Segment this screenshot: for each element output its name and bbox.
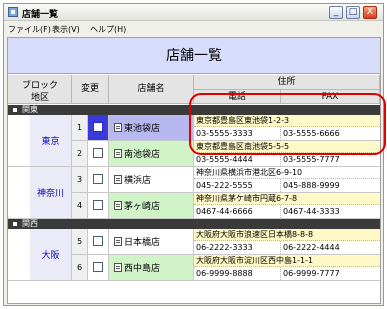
row-number: 1 <box>72 115 88 140</box>
document-icon <box>114 123 122 132</box>
app-icon <box>8 7 18 17</box>
window-title: 店舗一覧 <box>22 10 59 20</box>
fax-cell: 045-888-9999 <box>283 181 340 190</box>
table-row[interactable]: 4 茅ヶ崎店 神奈川県茅ケ崎市円蔵6-7-8 0467-44-6666 0467… <box>72 193 380 219</box>
store-name: 東池袋店 <box>124 124 161 134</box>
maximize-button[interactable]: □ <box>346 6 360 19</box>
block-tokyo: 東京 <box>8 115 72 167</box>
collapse-icon[interactable] <box>13 222 17 226</box>
document-icon <box>114 201 122 210</box>
collapse-icon[interactable] <box>13 108 17 112</box>
phone-cell: 06-9999-8888 <box>194 267 281 280</box>
address-cell: 大阪府大阪市浪速区日本橋8-8-8 <box>194 229 380 241</box>
block-name: 東京 <box>30 115 71 166</box>
block-indent <box>8 167 30 218</box>
store-name: 南池袋店 <box>124 150 161 160</box>
document-icon <box>114 263 122 272</box>
column-header-block: ブロック 地区 <box>8 75 72 104</box>
document-icon <box>114 175 122 184</box>
block-name: 大阪 <box>30 229 71 280</box>
section-header-kansai[interactable]: 関西 <box>8 219 380 229</box>
close-button[interactable]: X <box>363 6 377 19</box>
block-indent <box>8 115 30 166</box>
phone-cell: 0467-44-6666 <box>194 205 281 218</box>
store-name: 西中島店 <box>124 264 161 274</box>
address-cell: 神奈川県茅ケ崎市円蔵6-7-8 <box>194 193 380 205</box>
change-checkbox[interactable] <box>93 148 103 158</box>
store-name: 茅ヶ崎店 <box>124 202 161 212</box>
column-header-district-label: 地区 <box>30 93 49 103</box>
row-number: 3 <box>72 167 88 192</box>
store-cell[interactable]: 東池袋店 <box>109 115 194 140</box>
fax-cell: 0467-44-3333 <box>283 207 340 216</box>
store-cell[interactable]: 南池袋店 <box>109 141 194 166</box>
block-name: 神奈川 <box>30 167 71 218</box>
row-number: 4 <box>72 193 88 218</box>
address-cell: 神奈川県横浜市港北区6-9-10 <box>194 167 380 179</box>
row-number: 6 <box>72 255 88 280</box>
column-header-address: 住所 <box>194 75 380 90</box>
table-row[interactable]: 5 日本橋店 大阪府大阪市浪速区日本橋8-8-8 06-2222-3333 06… <box>72 229 380 255</box>
store-cell[interactable]: 西中島店 <box>109 255 194 280</box>
store-cell[interactable]: 日本橋店 <box>109 229 194 254</box>
row-number: 5 <box>72 229 88 254</box>
change-checkbox[interactable] <box>93 262 103 272</box>
block-osaka: 大阪 <box>8 229 72 281</box>
document-icon <box>114 149 122 158</box>
phone-cell: 045-222-5555 <box>194 179 281 192</box>
block-indent <box>8 229 30 280</box>
store-cell[interactable]: 横浜店 <box>109 167 194 192</box>
section-label: 関東 <box>22 105 38 114</box>
menu-bar: ファイル(F) 表示(V) ヘルプ(H) <box>4 22 383 36</box>
block-kanagawa: 神奈川 <box>8 167 72 219</box>
document-icon <box>114 237 122 246</box>
table-row[interactable]: 6 西中島店 大阪府大阪市淀川区西中島1-1-1 06-9999-8888 06… <box>72 255 380 281</box>
column-header-store: 店舗名 <box>109 75 194 104</box>
menu-view[interactable]: 表示(V) <box>52 24 80 35</box>
menu-help[interactable]: ヘルプ(H) <box>90 24 126 35</box>
section-label: 関西 <box>22 219 38 228</box>
change-checkbox[interactable] <box>93 174 103 184</box>
row-number: 2 <box>72 141 88 166</box>
store-name: 横浜店 <box>124 176 152 186</box>
store-list-panel: 店舗一覧 ブロック 地区 変更 店舗名 住所 電話 FAX 関東 東京 1 東池… <box>7 37 381 304</box>
phone-cell: 06-2222-3333 <box>194 241 281 254</box>
address-highlight-annotation <box>189 93 386 155</box>
column-header-change: 変更 <box>72 75 109 104</box>
store-cell[interactable]: 茅ヶ崎店 <box>109 193 194 218</box>
fax-cell: 06-9999-7777 <box>283 269 340 278</box>
store-name: 日本橋店 <box>124 238 161 248</box>
title-bar[interactable]: 店舗一覧 _ □ X <box>4 4 383 21</box>
change-checkbox[interactable] <box>93 200 103 210</box>
menu-file[interactable]: ファイル(F) <box>8 24 51 35</box>
minimize-button[interactable]: _ <box>329 6 343 19</box>
fax-cell: 06-2222-4444 <box>283 243 340 252</box>
change-checkbox[interactable] <box>93 122 103 132</box>
change-checkbox[interactable] <box>93 236 103 246</box>
address-cell: 大阪府大阪市淀川区西中島1-1-1 <box>194 255 380 267</box>
table-row[interactable]: 3 横浜店 神奈川県横浜市港北区6-9-10 045-222-5555 045-… <box>72 167 380 193</box>
page-title: 店舗一覧 <box>8 38 380 74</box>
